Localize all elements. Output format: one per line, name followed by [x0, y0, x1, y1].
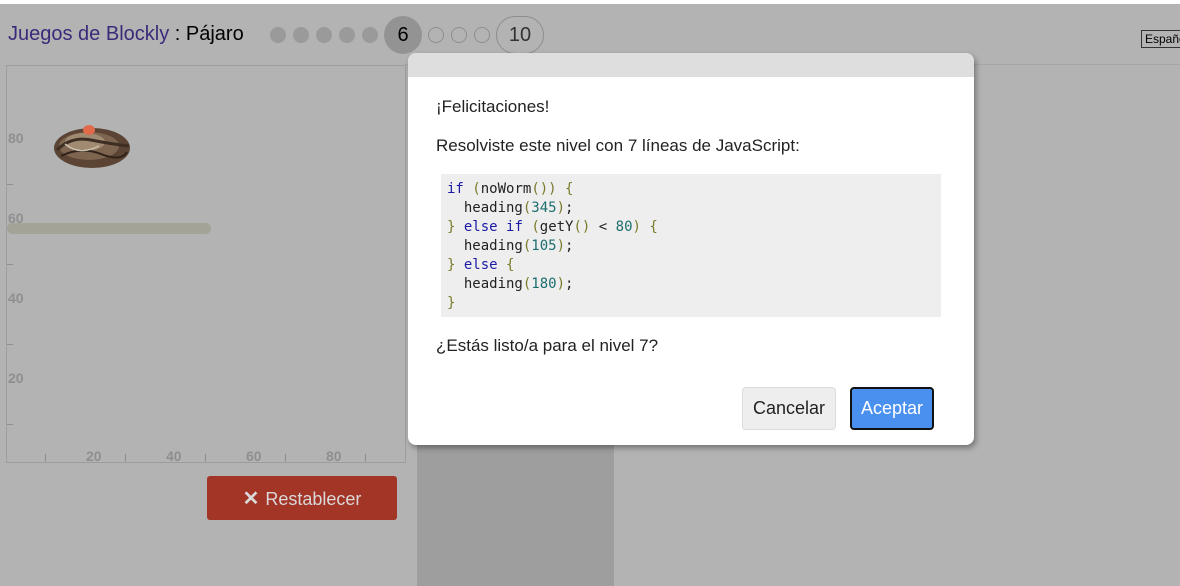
- page-title: Juegos de Blockly : Pájaro: [8, 23, 244, 46]
- x-tick-mark: [205, 454, 206, 462]
- y-tick-label: 20: [8, 370, 24, 386]
- wall-obstacle: [7, 223, 211, 234]
- level-5-dot[interactable]: [362, 27, 378, 43]
- reset-label: Restablecer: [265, 488, 362, 509]
- level-7-dot[interactable]: [428, 27, 444, 43]
- current-level: 6: [384, 16, 422, 54]
- cancel-button[interactable]: Cancelar: [742, 387, 836, 430]
- title-separator: :: [169, 23, 186, 45]
- solved-text: Resolviste este nivel con 7 líneas de Ja…: [436, 136, 800, 155]
- language-select[interactable]: Español: [1141, 30, 1180, 48]
- level-3-dot[interactable]: [316, 27, 332, 43]
- next-level-prompt: ¿Estás listo/a para el nivel 7?: [436, 336, 659, 355]
- x-tick-mark: [285, 454, 286, 462]
- game-canvas: 80 60 40 20 20 40 60 80: [6, 65, 406, 464]
- y-tick-mark: [7, 264, 13, 265]
- dialog-header-bar: [408, 53, 974, 77]
- level-4-dot[interactable]: [339, 27, 355, 43]
- y-tick-label: 80: [8, 130, 24, 146]
- x-tick-label: 60: [246, 448, 262, 464]
- reset-button[interactable]: ✕ Restablecer: [207, 476, 397, 520]
- x-tick-label: 80: [326, 448, 342, 464]
- games-link[interactable]: Juegos de Blockly: [8, 23, 169, 45]
- x-tick-mark: [45, 454, 46, 462]
- level-2-dot[interactable]: [293, 27, 309, 43]
- x-tick-mark: [125, 454, 126, 462]
- success-dialog: ¡Felicitaciones! Resolviste este nivel c…: [408, 53, 974, 445]
- y-tick-label: 40: [8, 290, 24, 306]
- x-tick-label: 40: [166, 448, 182, 464]
- y-tick-mark: [7, 424, 13, 425]
- last-level[interactable]: 10: [496, 16, 544, 54]
- y-tick-mark: [7, 344, 13, 345]
- game-name: Pájaro: [185, 23, 244, 45]
- level-9-dot[interactable]: [474, 27, 490, 43]
- close-icon: ✕: [242, 487, 260, 510]
- level-1-dot[interactable]: [270, 27, 286, 43]
- nest-image: [54, 125, 130, 168]
- x-tick-mark: [365, 454, 366, 462]
- congrats-text: ¡Felicitaciones!: [436, 97, 550, 116]
- code-block: if (noWorm()) { heading(345); } else if …: [441, 174, 941, 317]
- ok-button[interactable]: Aceptar: [850, 387, 934, 430]
- toolbox-area: [417, 445, 614, 586]
- y-tick-mark: [7, 184, 13, 185]
- level-8-dot[interactable]: [451, 27, 467, 43]
- x-tick-label: 20: [86, 448, 102, 464]
